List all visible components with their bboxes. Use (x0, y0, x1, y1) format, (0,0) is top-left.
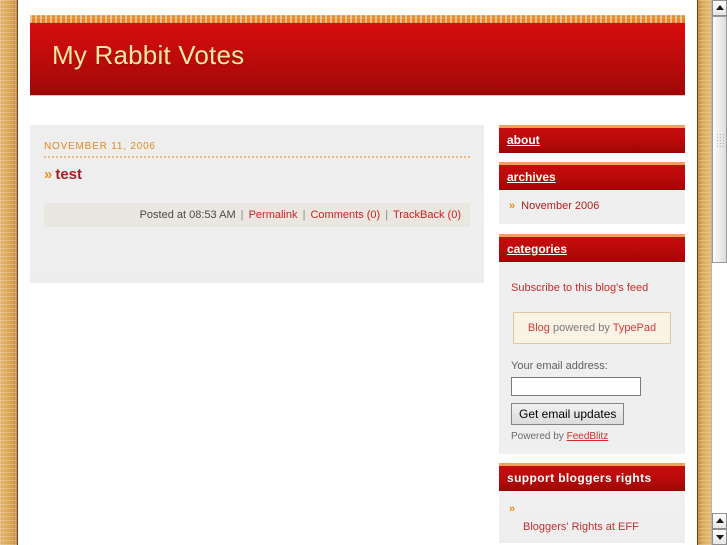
chevron-double-right-icon: » (509, 200, 516, 212)
permalink-link[interactable]: Permalink (249, 209, 298, 221)
sidebar-body-archives: » November 2006 (499, 190, 685, 224)
blog-post: NOVEMBER 11, 2006 » test Posted at 08:53 … (30, 125, 484, 237)
browser-viewport: My Rabbit Votes NOVEMBER 11, 2006 » test … (0, 0, 711, 545)
post-date: NOVEMBER 11, 2006 (44, 141, 156, 152)
list-item[interactable]: » Bloggers' Rights at EFF (509, 499, 675, 533)
sidebar-gap-2 (499, 224, 685, 234)
scroll-up-button-bottom[interactable] (712, 513, 727, 529)
triangle-down-icon (715, 535, 724, 540)
sidebar-heading-bloggers-rights: support bloggers rights (499, 463, 685, 491)
scrollbar-track[interactable] (712, 16, 727, 513)
sidebar-heading-about[interactable]: about (499, 125, 685, 153)
sidebar-gap-1 (499, 153, 685, 162)
email-field[interactable] (511, 377, 641, 396)
site-banner: My Rabbit Votes (30, 15, 685, 96)
sidebar-module-bloggers-rights: support bloggers rights » Bloggers' Righ… (499, 463, 685, 543)
chevron-double-right-icon: » (509, 503, 516, 515)
sidebar-body-bloggers-rights: » Bloggers' Rights at EFF (499, 491, 685, 543)
sidebar-body-categories: Subscribe to this blog's feed Blog power… (499, 262, 685, 454)
blog-title: My Rabbit Votes (52, 40, 245, 70)
typepad-badge[interactable]: Blog powered by TypePad (513, 312, 671, 344)
scrollbar-grip-icon (716, 132, 725, 147)
scroll-up-button[interactable] (712, 0, 727, 16)
scroll-down-button[interactable] (712, 529, 727, 545)
sidebar-module-archives: archives » November 2006 (499, 162, 685, 224)
sidebar-gap-3 (499, 454, 685, 463)
post-title: » test (44, 166, 470, 183)
footer-separator-1: | (240, 209, 244, 221)
sidebar-heading-about-label: about (507, 133, 540, 147)
sidebar-module-categories: categories Subscribe to this blog's feed… (499, 234, 685, 454)
scrollbar-button-group (712, 513, 727, 545)
vertical-scrollbar[interactable] (711, 0, 727, 545)
post-timestamp: Posted at 08:53 AM (139, 209, 236, 221)
banner-texture-strip (30, 15, 685, 23)
comments-link[interactable]: Comments (0) (310, 209, 380, 221)
feedblitz-credit-prefix: Powered by (511, 431, 567, 442)
banner-body: My Rabbit Votes (30, 23, 685, 96)
list-item[interactable]: » November 2006 (509, 198, 675, 214)
sidebar-heading-categories-label: categories (507, 242, 568, 256)
email-field-label: Your email address: (511, 360, 608, 372)
right-decorative-border (697, 0, 711, 545)
typepad-badge-prefix: Blog (527, 322, 550, 334)
post-body (44, 197, 470, 201)
sidebar-heading-categories[interactable]: categories (499, 234, 685, 262)
archives-list: » November 2006 (509, 198, 675, 214)
feedblitz-link[interactable]: FeedBlitz (567, 431, 609, 442)
trackback-link[interactable]: TrackBack (0) (393, 209, 461, 221)
typepad-badge-brand: TypePad (612, 322, 657, 334)
typepad-badge-middle: powered by (549, 322, 613, 334)
feedblitz-credit: Powered by FeedBlitz (509, 431, 675, 442)
post-title-text: test (55, 166, 83, 183)
get-email-updates-button[interactable]: Get email updates (511, 403, 625, 425)
sidebar-heading-archives-label: archives (507, 170, 556, 184)
footer-separator-2: | (302, 209, 306, 221)
main-content-column: NOVEMBER 11, 2006 » test Posted at 08:53 … (30, 125, 484, 283)
post-footer: Posted at 08:53 AM | Permalink | Comment… (44, 203, 470, 227)
left-decorative-border (0, 0, 18, 545)
eff-bloggers-rights-link[interactable]: Bloggers' Rights at EFF (509, 515, 675, 533)
chevron-double-right-icon: » (44, 166, 53, 183)
archive-month-link[interactable]: November 2006 (521, 200, 599, 212)
sidebar-heading-bloggers-rights-label: support bloggers rights (507, 471, 652, 485)
footer-separator-3: | (385, 209, 389, 221)
sidebar-heading-archives[interactable]: archives (499, 162, 685, 190)
sidebar-module-about: about (499, 125, 685, 153)
scrollbar-thumb[interactable] (712, 16, 727, 263)
triangle-up-icon (715, 5, 724, 10)
post-date-divider (44, 156, 470, 158)
subscribe-feed-link[interactable]: Subscribe to this blog's feed (509, 264, 675, 308)
sidebar: about archives » November 2006 categorie… (499, 125, 685, 543)
page-canvas: My Rabbit Votes NOVEMBER 11, 2006 » test … (19, 0, 697, 545)
triangle-up-icon (715, 518, 724, 523)
